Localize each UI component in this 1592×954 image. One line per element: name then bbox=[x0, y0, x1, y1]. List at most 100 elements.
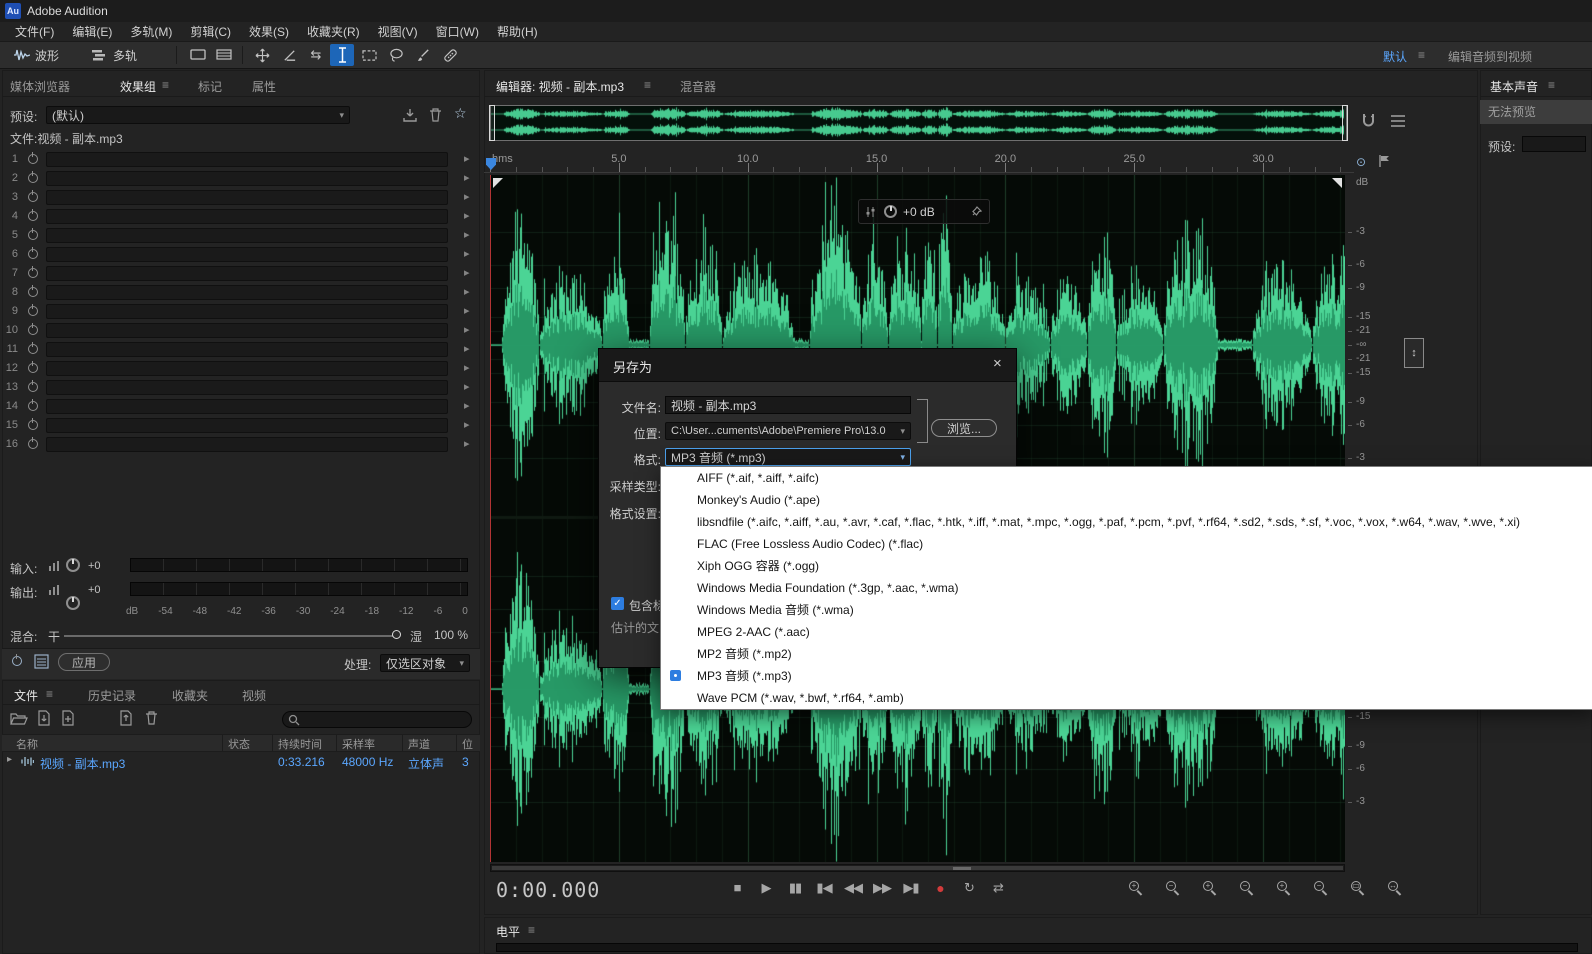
time-display[interactable]: 0:00.000 bbox=[496, 878, 600, 902]
menu-item[interactable]: 文件(F) bbox=[6, 22, 63, 42]
browse-button[interactable]: 浏览... bbox=[931, 419, 997, 437]
tab-video[interactable]: 视频 bbox=[242, 687, 266, 704]
chevron-right-icon[interactable]: ▸ bbox=[464, 437, 470, 450]
rack-effect-slot[interactable] bbox=[46, 380, 448, 395]
power-icon[interactable] bbox=[28, 401, 38, 411]
format-option[interactable]: Wave PCM (*.wav, *.bwf, *.rf64, *.amb) bbox=[661, 687, 1592, 709]
search-input[interactable] bbox=[304, 712, 458, 728]
power-icon[interactable] bbox=[28, 287, 38, 297]
chevron-right-icon[interactable]: ▸ bbox=[464, 266, 470, 279]
clock-icon[interactable]: ⊙ bbox=[1356, 155, 1366, 169]
waveform-overview[interactable] bbox=[490, 105, 1347, 141]
preset-combo[interactable]: (默认) ▾ bbox=[46, 106, 350, 124]
zoom-out-time-button[interactable]: − bbox=[1239, 880, 1256, 897]
menu-item[interactable]: 编辑(E) bbox=[63, 22, 121, 42]
chevron-right-icon[interactable]: ▸ bbox=[464, 418, 470, 431]
rack-effect-slot[interactable] bbox=[46, 228, 448, 243]
tab-editor[interactable]: 编辑器: 视频 - 副本.mp3 bbox=[496, 78, 624, 95]
panel-menu-icon[interactable]: ≡ bbox=[528, 923, 535, 937]
menu-item[interactable]: 剪辑(C) bbox=[181, 22, 240, 42]
transport-fast-forward[interactable]: ▶▶ bbox=[869, 877, 895, 899]
format-option[interactable]: Windows Media 音频 (*.wma) bbox=[661, 599, 1592, 621]
rack-effect-slot[interactable] bbox=[46, 266, 448, 281]
zoom-in-button[interactable]: + bbox=[1128, 880, 1145, 897]
tab-properties[interactable]: 属性 bbox=[252, 78, 276, 95]
format-option[interactable]: MP3 音频 (*.mp3) bbox=[661, 665, 1592, 687]
power-icon[interactable] bbox=[28, 268, 38, 278]
panel-menu-icon[interactable]: ≡ bbox=[644, 78, 651, 92]
tab-history[interactable]: 历史记录 bbox=[88, 687, 136, 704]
power-icon[interactable] bbox=[28, 154, 38, 164]
column-header-duration[interactable]: 持续时间 bbox=[278, 736, 322, 752]
paintbrush-selection-tool-button[interactable] bbox=[411, 44, 435, 66]
tab-mixer[interactable]: 混音器 bbox=[680, 78, 716, 95]
chevron-right-icon[interactable]: ▸ bbox=[464, 323, 470, 336]
rack-effect-slot[interactable] bbox=[46, 190, 448, 205]
waveform-view-button[interactable]: 波形 bbox=[14, 42, 59, 68]
transport-skip-to-end[interactable]: ▶▮ bbox=[898, 877, 924, 899]
rack-effect-slot[interactable] bbox=[46, 304, 448, 319]
zoom-to-selection-button[interactable]: ▭ bbox=[1350, 880, 1367, 897]
zoom-out-button[interactable]: − bbox=[1165, 880, 1182, 897]
transport-play[interactable]: ▶ bbox=[753, 877, 779, 899]
zoom-in-amplitude-button[interactable]: + bbox=[1276, 880, 1293, 897]
time-selection-tool-button[interactable] bbox=[330, 44, 354, 66]
multitrack-view-button[interactable]: 多轨 bbox=[92, 42, 137, 68]
transport-skip-to-start[interactable]: ▮◀ bbox=[811, 877, 837, 899]
spot-healing-brush-tool-button[interactable] bbox=[438, 44, 462, 66]
input-gain-knob[interactable] bbox=[66, 558, 80, 572]
format-option[interactable]: Windows Media Foundation (*.3gp, *.aac, … bbox=[661, 577, 1592, 599]
rack-effect-slot[interactable] bbox=[46, 342, 448, 357]
panel-menu-icon[interactable]: ≡ bbox=[162, 78, 169, 92]
fade-out-handle[interactable] bbox=[1332, 178, 1342, 188]
power-icon[interactable] bbox=[28, 192, 38, 202]
transport-record[interactable]: ● bbox=[927, 877, 953, 899]
panel-menu-icon[interactable]: ≡ bbox=[46, 687, 53, 701]
chevron-right-icon[interactable]: ▸ bbox=[464, 171, 470, 184]
chevron-right-icon[interactable]: ▸ bbox=[464, 190, 470, 203]
chevron-right-icon[interactable]: ▸ bbox=[464, 304, 470, 317]
column-header-name[interactable]: 名称 bbox=[16, 736, 38, 752]
overview-selection-handle-right[interactable] bbox=[1342, 105, 1348, 141]
workspace-edit-audio-to-video-button[interactable]: 编辑音频到视频 bbox=[1448, 48, 1532, 65]
panel-menu-icon[interactable]: ≡ bbox=[1548, 78, 1555, 92]
rack-effect-slot[interactable] bbox=[46, 418, 448, 433]
save-preset-icon[interactable] bbox=[402, 107, 418, 123]
overview-waveform-canvas[interactable] bbox=[491, 106, 1344, 138]
mix-slider-thumb[interactable] bbox=[392, 630, 401, 639]
move-tool-button[interactable] bbox=[250, 44, 274, 66]
essential-preset-field[interactable] bbox=[1522, 136, 1586, 152]
chevron-right-icon[interactable]: ▸ bbox=[464, 399, 470, 412]
power-icon[interactable] bbox=[28, 420, 38, 430]
scrollbar-thumb[interactable] bbox=[492, 866, 1343, 870]
zoom-full-button[interactable]: ↔ bbox=[1387, 880, 1404, 897]
location-combo[interactable]: C:\User...cuments\Adobe\Premiere Pro\13.… bbox=[665, 422, 911, 440]
power-icon[interactable] bbox=[28, 363, 38, 373]
chevron-right-icon[interactable]: ▸ bbox=[464, 152, 470, 165]
lasso-selection-tool-button[interactable] bbox=[384, 44, 408, 66]
tab-levels[interactable]: 电平 bbox=[496, 923, 520, 940]
chevron-right-icon[interactable]: ▸ bbox=[464, 342, 470, 355]
marker-flag-icon[interactable] bbox=[1378, 154, 1390, 168]
rack-effect-slot[interactable] bbox=[46, 361, 448, 376]
menu-item[interactable]: 效果(S) bbox=[240, 22, 298, 42]
transport-loop-playback[interactable]: ↻ bbox=[956, 877, 982, 899]
power-icon[interactable] bbox=[28, 249, 38, 259]
rack-effect-slot[interactable] bbox=[46, 171, 448, 186]
expand-chevron-icon[interactable]: ▸ bbox=[7, 754, 12, 765]
horizontal-scrollbar[interactable] bbox=[490, 864, 1345, 872]
power-icon[interactable] bbox=[28, 230, 38, 240]
column-header-status[interactable]: 状态 bbox=[228, 736, 250, 752]
gain-hud[interactable]: +0 dB bbox=[858, 199, 990, 224]
trash-icon[interactable] bbox=[144, 710, 159, 726]
process-combo[interactable]: 仅选区对象 ▾ bbox=[380, 654, 470, 672]
format-option[interactable]: MPEG 2-AAC (*.aac) bbox=[661, 621, 1592, 643]
marquee-selection-tool-button[interactable] bbox=[357, 44, 381, 66]
rack-effect-slot[interactable] bbox=[46, 247, 448, 262]
format-option[interactable]: AIFF (*.aif, *.aiff, *.aifc) bbox=[661, 467, 1592, 489]
chevron-right-icon[interactable]: ▸ bbox=[464, 228, 470, 241]
column-header-channels[interactable]: 声道 bbox=[408, 736, 430, 752]
chevron-right-icon[interactable]: ▸ bbox=[464, 361, 470, 374]
format-option[interactable]: MP2 音频 (*.mp2) bbox=[661, 643, 1592, 665]
include-markers-checkbox[interactable]: ✓ bbox=[611, 597, 624, 610]
